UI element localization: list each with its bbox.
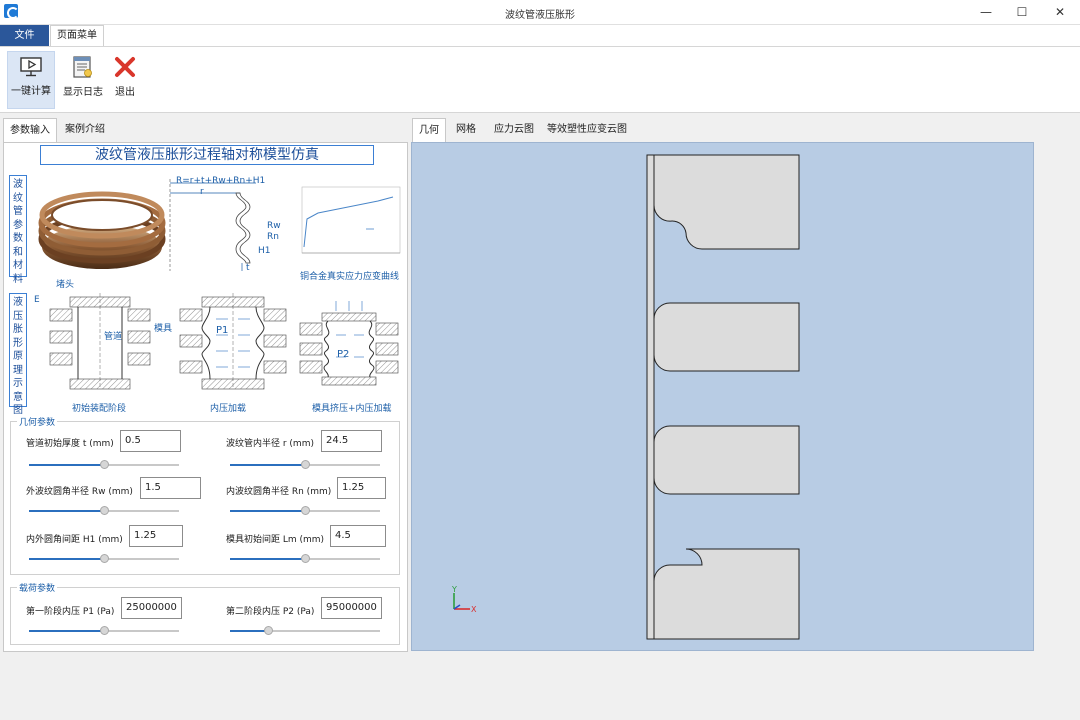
geometry-viewport[interactable]: Y X [411,142,1034,651]
bellows-photo [38,191,166,269]
ribbon-toolbar: 一键计算 显示日志 退出 [0,46,1080,113]
stage1-pressure-input[interactable]: 25000000 [121,597,182,619]
inner-fillet-slider[interactable] [230,506,380,515]
die-segment-4 [653,548,800,640]
fillet-spacing-slider[interactable] [29,554,179,563]
menu-bar: 文件 页面菜单 [0,25,1080,46]
die-spacing-input[interactable]: 4.5 [330,525,386,547]
fillet-spacing-input[interactable]: 1.25 [129,525,183,547]
parameter-panel: 波纹管液压胀形过程轴对称模型仿真 波纹管参数和材料 液压胀形原理示意图 R=r+… [3,142,408,652]
stage2-pressure-label: 第二阶段内压 P2 (Pa) [226,607,315,617]
rw-label: Rw [267,221,281,231]
stage2-pressure-slider[interactable] [230,626,380,635]
calculate-button[interactable]: 一键计算 [7,51,55,109]
menu-page-menu[interactable]: 页面菜单 [50,25,104,46]
die-segment-2 [653,302,800,372]
pipe-wall [646,154,655,640]
minimize-button[interactable]: — [968,0,1004,25]
inner-radius-label: 波纹管内半径 r (mm) [226,439,314,449]
exit-label: 退出 [115,87,135,98]
title-bar: 波纹管液压胀形 — ☐ ✕ [0,0,1080,25]
tab-mesh[interactable]: 网格 [450,118,482,142]
bellows-dimension-sketch [169,179,256,271]
outer-fillet-label: 外波纹圆角半径 Rw (mm) [26,487,133,497]
die-spacing-label: 模具初始间距 Lm (mm) [226,535,325,545]
die-spacing-slider[interactable] [230,554,380,563]
formula-label: R=r+t+Rw+Rn+H1 [176,176,266,186]
stage3-caption: 模具挤压+内压加载 [312,404,392,414]
tab-case-intro[interactable]: 案例介绍 [58,118,112,142]
window-title: 波纹管液压胀形 [505,10,575,21]
inner-fillet-input[interactable]: 1.25 [337,477,386,499]
stage1-assembly-diagram [49,293,151,390]
load-legend: 载荷参数 [19,584,56,594]
stage1-caption: 初始装配阶段 [72,404,127,414]
tab-plastic-strain-contour[interactable]: 等效塑性应变云图 [544,118,630,142]
stage1-pressure-label: 第一阶段内压 P1 (Pa) [26,607,115,617]
thickness-input[interactable]: 0.5 [120,430,181,452]
left-tab-bar: 参数输入 案例介绍 [0,118,408,142]
outer-fillet-input[interactable]: 1.5 [140,477,201,499]
axis-x-label: X [471,605,477,614]
tab-geometry[interactable]: 几何 [412,118,446,142]
stage3-die-compression-diagram [299,301,399,386]
axis-y-label: Y [451,585,457,594]
view-tab-bar: 几何 网格 应力云图 等效塑性应变云图 [412,118,1034,142]
die-label: 模具 [154,324,173,334]
r-label: r [200,187,204,197]
stage2-pressure-input[interactable]: 95000000 [321,597,382,619]
stage2-caption: 内压加载 [210,404,247,414]
pipe-label: 管道 [104,332,123,342]
stress-strain-curve [301,186,401,254]
rn-label: Rn [267,232,279,242]
tab-stress-contour[interactable]: 应力云图 [488,118,540,142]
geometry-legend: 几何参数 [19,418,56,428]
die-segment-3 [653,425,800,495]
log-document-icon [73,56,92,78]
curve-caption: 铜合金真实应力应变曲线 [300,272,400,282]
side-label-bellows-params: 波纹管参数和材料 [9,175,27,285]
menu-file[interactable]: 文件 [0,25,49,46]
axis-triad: Y X [451,585,477,614]
plug-label: 堵头 [56,280,75,290]
close-button[interactable]: ✕ [1042,0,1078,25]
h1-label: H1 [258,246,271,256]
inner-radius-slider[interactable] [230,460,380,469]
p1-label: P1 [216,325,229,336]
die-segment-1 [653,154,800,250]
exit-button[interactable]: 退出 [110,51,140,109]
t-label: t [246,263,250,273]
thickness-label: 管道初始厚度 t (mm) [26,439,114,449]
exit-x-icon [115,57,135,77]
calculate-label: 一键计算 [11,86,51,97]
show-log-label: 显示日志 [63,87,103,98]
monitor-play-icon [20,57,42,77]
stage2-internal-pressure-diagram [179,293,287,390]
side-label-hydroforming-diagram: 液压胀形原理示意图 [9,293,27,416]
inner-radius-input[interactable]: 24.5 [321,430,382,452]
stage1-pressure-slider[interactable] [29,626,179,635]
fillet-spacing-label: 内外圆角间距 H1 (mm) [26,535,123,545]
p2-label: P2 [337,349,350,360]
geometry-model: Y X [451,154,800,640]
outer-fillet-slider[interactable] [29,506,179,515]
panel-title: 波纹管液压胀形过程轴对称模型仿真 [40,145,374,165]
inner-fillet-label: 内波纹圆角半径 Rn (mm) [226,487,332,497]
thickness-slider[interactable] [29,460,179,469]
e-label: E [34,295,40,305]
tab-parameter-input[interactable]: 参数输入 [3,118,57,142]
maximize-button[interactable]: ☐ [1004,0,1040,25]
show-log-button[interactable]: 显示日志 [60,51,106,109]
